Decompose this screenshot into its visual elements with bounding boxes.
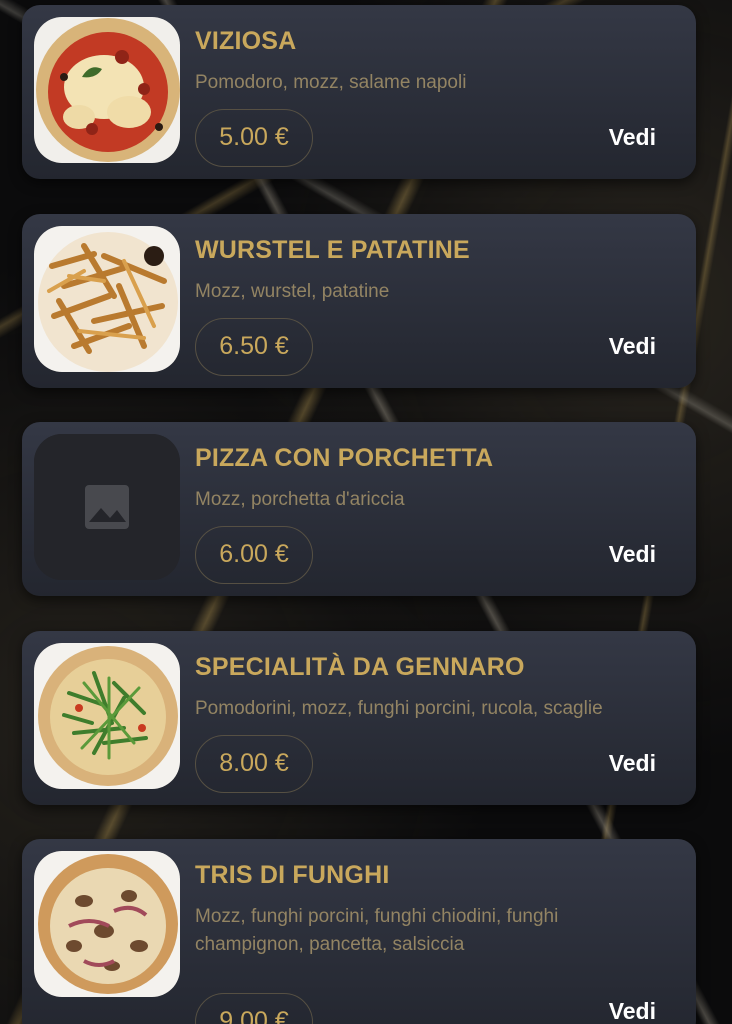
item-description: Mozz, porchetta d'ariccia xyxy=(195,489,405,510)
menu-item-card[interactable]: WURSTEL E PATATINE Mozz, wurstel, patati… xyxy=(22,214,696,388)
vedi-button[interactable]: Vedi xyxy=(609,124,656,151)
item-description: Mozz, wurstel, patatine xyxy=(195,281,390,302)
item-title: VIZIOSA xyxy=(195,27,297,55)
image-placeholder-icon xyxy=(34,434,180,580)
vedi-button[interactable]: Vedi xyxy=(609,750,656,777)
item-title: SPECIALITÀ DA GENNARO xyxy=(195,653,525,681)
item-description: Pomodorini, mozz, funghi porcini, rucola… xyxy=(195,698,603,719)
menu-item-card[interactable]: PIZZA CON PORCHETTA Mozz, porchetta d'ar… xyxy=(22,422,696,596)
item-description: Mozz, funghi porcini, funghi chiodini, f… xyxy=(195,906,559,955)
menu-item-card[interactable]: SPECIALITÀ DA GENNARO Pomodorini, mozz, … xyxy=(22,631,696,805)
item-title: WURSTEL E PATATINE xyxy=(195,236,470,264)
price-badge: 6.50 € xyxy=(195,318,313,376)
item-title: PIZZA CON PORCHETTA xyxy=(195,444,494,472)
menu-item-card[interactable]: TRIS DI FUNGHI Mozz, funghi porcini, fun… xyxy=(22,839,696,1024)
vedi-button[interactable]: Vedi xyxy=(609,541,656,568)
price-badge: 9.00 € xyxy=(195,993,313,1024)
fries-pizza-photo xyxy=(34,226,180,372)
price-badge: 5.00 € xyxy=(195,109,313,167)
mushroom-pizza-photo xyxy=(34,851,180,997)
vedi-button[interactable]: Vedi xyxy=(609,998,656,1024)
item-title: TRIS DI FUNGHI xyxy=(195,861,390,889)
arugula-pizza-photo xyxy=(34,643,180,789)
vedi-button[interactable]: Vedi xyxy=(609,333,656,360)
menu-item-card[interactable]: VIZIOSA Pomodoro, mozz, salame napoli 5.… xyxy=(22,5,696,179)
item-description: Pomodoro, mozz, salame napoli xyxy=(195,72,467,93)
pizza-photo xyxy=(34,17,180,163)
price-badge: 6.00 € xyxy=(195,526,313,584)
price-badge: 8.00 € xyxy=(195,735,313,793)
